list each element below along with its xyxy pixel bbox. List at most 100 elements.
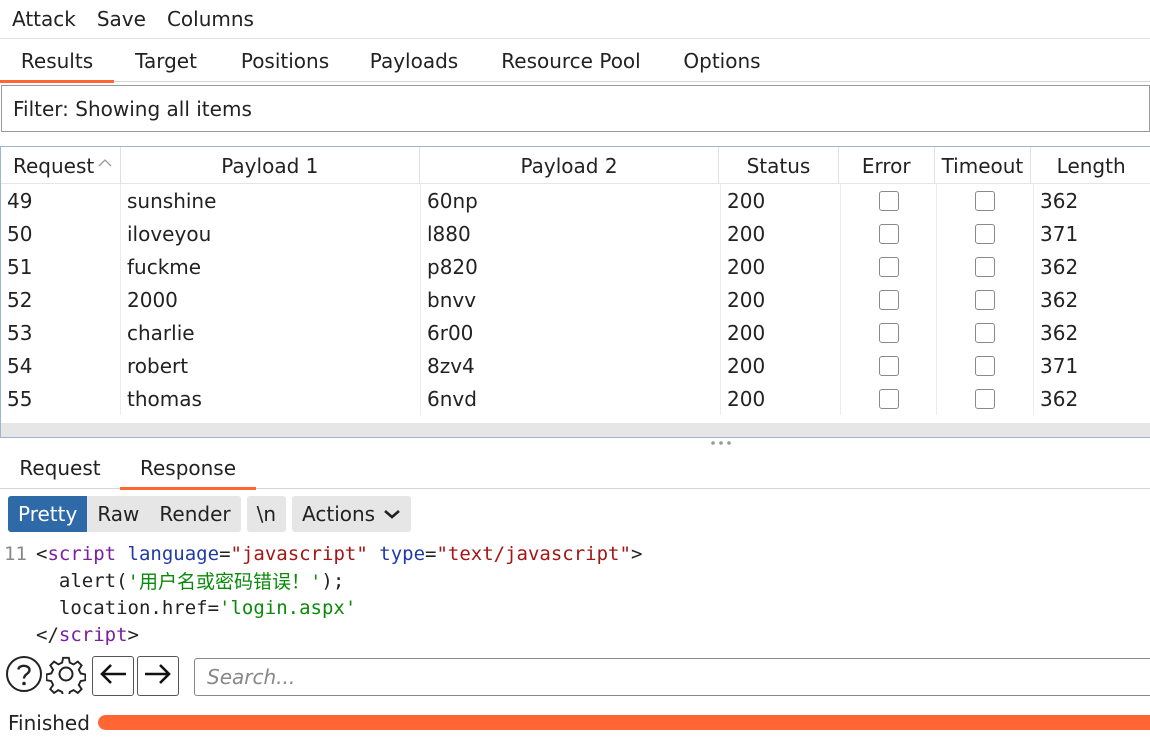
chevron-down-icon (383, 508, 401, 520)
editor-toolbar: Pretty Raw Render \n Actions (0, 493, 1150, 535)
column-header-payload-2[interactable]: Payload 2 (420, 147, 720, 184)
timeout-checkbox[interactable] (975, 190, 995, 211)
code-token: 'login.aspx' (219, 596, 357, 619)
error-checkbox[interactable] (878, 223, 899, 244)
timeout-checkbox[interactable] (975, 223, 995, 244)
newline-toggle-button[interactable]: \n (246, 496, 287, 532)
table-row[interactable]: 54 robert 8zv4 200 371 (1, 349, 1150, 382)
table-row[interactable]: 50 iloveyou l880 200 371 (1, 217, 1150, 250)
code-token: language (127, 542, 220, 565)
arrow-left-icon (98, 662, 128, 691)
timeout-checkbox[interactable] (975, 256, 995, 277)
cell-payload-2: p820 (421, 250, 721, 283)
gear-icon (45, 654, 87, 699)
previous-button[interactable] (92, 656, 134, 696)
table-row[interactable]: 52 2000 bnvv 200 362 (1, 283, 1150, 316)
code-token: = (425, 542, 437, 565)
status-bar: Finished (0, 703, 1150, 742)
tab-response[interactable]: Response (120, 447, 256, 490)
column-header-payload-1[interactable]: Payload 1 (121, 147, 420, 184)
cell-timeout (937, 349, 1034, 382)
cell-error (841, 250, 937, 283)
search-input[interactable] (194, 658, 1150, 696)
code-token: </ (36, 623, 59, 646)
code-token: > (127, 623, 139, 646)
column-header-length[interactable]: Length (1031, 147, 1150, 184)
timeout-checkbox[interactable] (975, 322, 995, 343)
error-checkbox[interactable] (878, 388, 899, 409)
error-checkbox[interactable] (878, 355, 899, 376)
tab-positions[interactable]: Positions (218, 40, 352, 82)
cell-error (841, 382, 937, 415)
help-button[interactable] (4, 655, 44, 696)
code-token: '用户名或密码错误！' (127, 571, 322, 593)
cell-error (841, 349, 937, 382)
code-token: "javascript" (230, 542, 368, 565)
table-row[interactable]: 55 thomas 6nvd 200 362 (1, 382, 1150, 415)
code-token: alert( (58, 569, 128, 592)
tab-request[interactable]: Request (0, 447, 120, 489)
menu-attack[interactable]: Attack (12, 7, 76, 31)
cell-request: 53 (1, 316, 121, 349)
cell-error (841, 184, 937, 217)
column-header-error[interactable]: Error (839, 147, 935, 184)
error-checkbox[interactable] (878, 256, 899, 277)
settings-button[interactable] (45, 654, 87, 699)
sort-up-icon (98, 157, 112, 171)
cell-status: 200 (721, 184, 841, 217)
table-row[interactable]: 49 sunshine 60np 200 362 (1, 184, 1150, 217)
cell-payload-2: 6r00 (421, 316, 721, 349)
column-header-label: Request (13, 153, 95, 178)
line-number: 11 (4, 542, 27, 565)
pretty-button[interactable]: Pretty (8, 496, 88, 532)
actions-button[interactable]: Actions (292, 496, 412, 532)
raw-button[interactable]: Raw (87, 496, 149, 532)
code-line: alert('用户名或密码错误！'); (0, 567, 1150, 594)
code-token: ); (321, 569, 345, 592)
table-row[interactable]: 51 fuckme p820 200 362 (1, 250, 1150, 283)
tab-resource-pool[interactable]: Resource Pool (476, 40, 666, 82)
cell-timeout (937, 217, 1034, 250)
progress-fill (98, 715, 1150, 730)
tab-results[interactable]: Results (0, 40, 114, 83)
column-header-request[interactable]: Request (1, 147, 121, 184)
table-row[interactable]: 53 charlie 6r00 200 362 (1, 316, 1150, 349)
cell-status: 200 (721, 316, 841, 349)
error-checkbox[interactable] (878, 190, 899, 211)
cell-length: 362 (1040, 386, 1079, 411)
cell-payload-2: l880 (421, 217, 721, 250)
menu-columns[interactable]: Columns (167, 7, 254, 31)
filter-bar[interactable]: Filter: Showing all items (1, 85, 1150, 132)
tab-options[interactable]: Options (666, 40, 778, 82)
tab-payloads[interactable]: Payloads (352, 40, 476, 82)
error-checkbox[interactable] (878, 322, 899, 343)
next-button[interactable] (137, 656, 179, 696)
timeout-checkbox[interactable] (975, 289, 995, 310)
tab-target[interactable]: Target (114, 40, 218, 82)
cell-error (841, 316, 937, 349)
cell-length: 362 (1040, 287, 1079, 312)
menu-save[interactable]: Save (97, 7, 146, 31)
column-header-timeout[interactable]: Timeout (935, 147, 1032, 184)
cell-length: 371 (1040, 221, 1079, 246)
column-header-status[interactable]: Status (719, 147, 839, 184)
cell-request: 54 (1, 349, 121, 382)
code-token: "text/javascript" (436, 542, 631, 565)
code-line: 11 < script language = "javascript" type = "t… (0, 540, 1150, 567)
code-token: > (630, 542, 643, 565)
cell-timeout (937, 184, 1034, 217)
arrow-right-icon (143, 662, 173, 691)
actions-label: Actions (302, 502, 376, 526)
horizontal-scrollbar[interactable] (1, 423, 1150, 437)
cell-payload-1: robert (121, 349, 421, 382)
filter-text: Filter: Showing all items (13, 96, 252, 121)
render-button[interactable]: Render (149, 496, 240, 532)
cell-payload-1: fuckme (121, 250, 421, 283)
cell-error (841, 217, 937, 250)
timeout-checkbox[interactable] (975, 388, 995, 409)
response-code-view[interactable]: 11 < script language = "javascript" type = "t… (0, 540, 1150, 650)
cell-timeout (937, 250, 1034, 283)
timeout-checkbox[interactable] (975, 355, 995, 376)
error-checkbox[interactable] (878, 289, 899, 310)
